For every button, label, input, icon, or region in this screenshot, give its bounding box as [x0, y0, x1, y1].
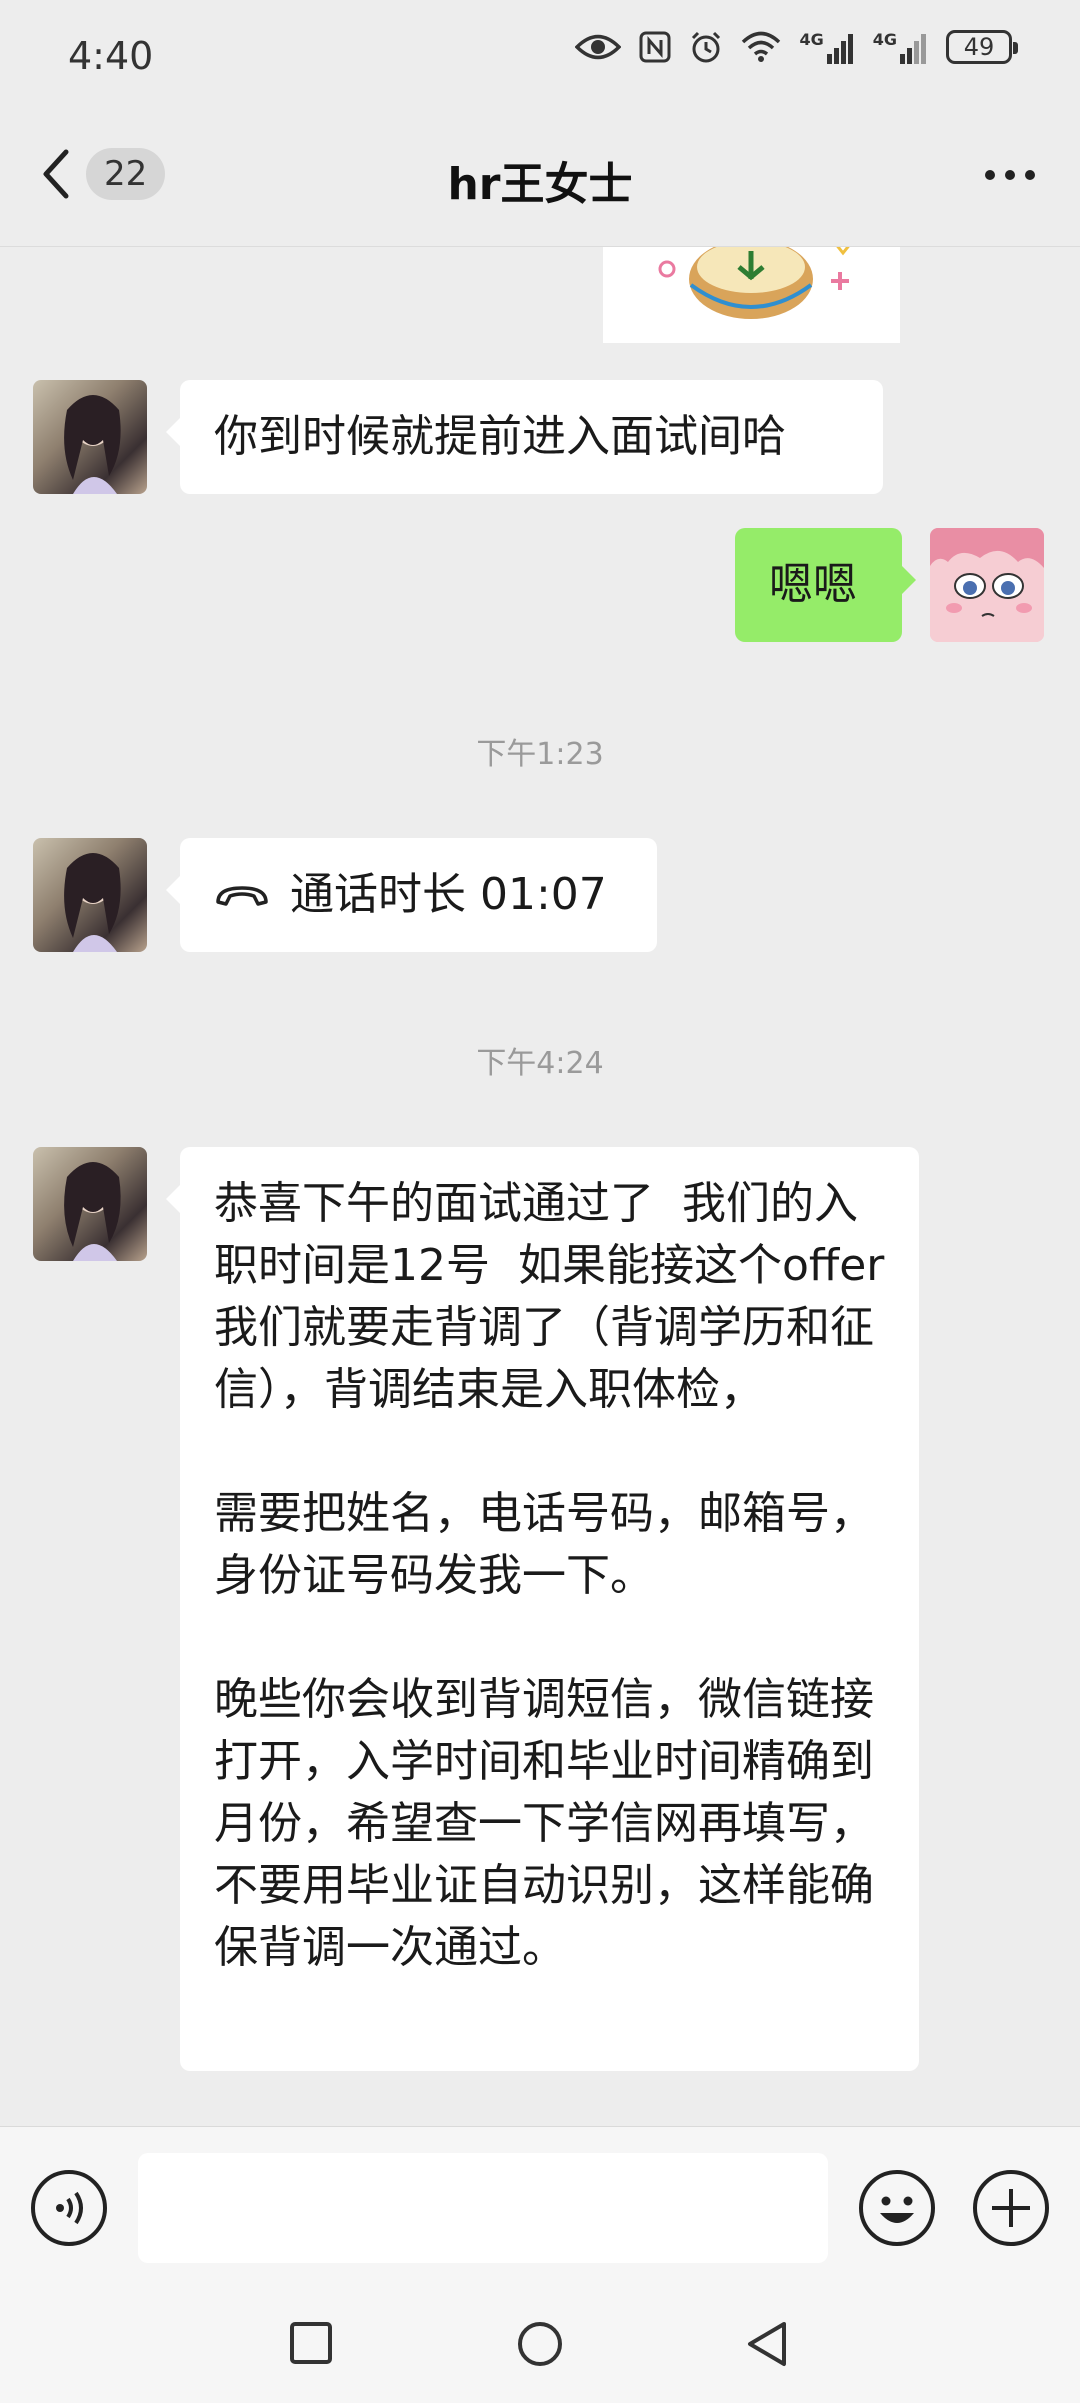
call-record-bubble[interactable]: 通话时长 01:07: [166, 838, 657, 952]
back-triangle-icon: [748, 2322, 786, 2366]
emoji-icon: [859, 2170, 935, 2246]
message-bubble[interactable]: 恭喜下午的面试通过了 我们的入职时间是12号 如果能接这个offer 我们就要走…: [166, 1147, 919, 2071]
timestamp: 下午1:23: [476, 737, 604, 772]
status-icons: 4G 4G 49: [575, 30, 1018, 64]
battery-icon: 49: [946, 30, 1018, 64]
message-bubble[interactable]: 嗯嗯: [735, 528, 916, 642]
emoji-button[interactable]: [858, 2169, 936, 2251]
signal-label: 4G: [872, 30, 897, 49]
signal-icon: 4G: [873, 30, 928, 64]
phone-hangup-icon: [216, 886, 268, 906]
chat-area[interactable]: 你到时候就提前进入面试间哈 嗯嗯 下午1:23 通话时长 01:07 下午4:2…: [0, 247, 1080, 2126]
alarm-icon: [692, 31, 721, 63]
message-text: 你到时候就提前进入面试间哈: [214, 411, 786, 462]
avatar[interactable]: [33, 1147, 147, 1261]
nfc-icon: [639, 31, 671, 63]
plus-icon: [973, 2170, 1049, 2246]
message-paragraph: 晚些你会收到背调短信，微信链接打开，入学时间和毕业时间精确到月份，希望查一下学信…: [214, 1674, 874, 1973]
input-bar: [0, 2126, 1080, 2287]
avatar[interactable]: [33, 380, 147, 494]
home-button[interactable]: [516, 2320, 564, 2372]
avatar[interactable]: [930, 528, 1044, 642]
voice-button[interactable]: [30, 2169, 108, 2251]
more-button[interactable]: [984, 166, 1036, 185]
unread-badge: 22: [86, 148, 166, 200]
home-icon: [518, 2322, 562, 2366]
voice-icon: [31, 2170, 107, 2246]
message-bubble[interactable]: 你到时候就提前进入面试间哈: [166, 380, 883, 494]
signal-label: 4G: [799, 30, 824, 49]
back-chevron-icon: [43, 149, 69, 199]
message-paragraph: 恭喜下午的面试通过了 我们的入职时间是12号 如果能接这个offer 我们就要走…: [214, 1178, 913, 1415]
eye-icon: [575, 34, 622, 60]
more-icon: [985, 170, 1035, 180]
avatar[interactable]: [33, 838, 147, 952]
back-button[interactable]: 22: [40, 148, 166, 200]
recents-icon: [290, 2322, 332, 2364]
status-bar: 4:40 4G 4G 49: [0, 0, 1080, 118]
recents-button[interactable]: [288, 2320, 334, 2370]
wifi-icon: [742, 31, 781, 62]
timestamp: 下午4:24: [476, 1046, 604, 1081]
status-time: 4:40: [68, 34, 154, 78]
signal-icon: 4G: [799, 30, 854, 64]
call-duration-label: 通话时长 01:07: [290, 869, 607, 920]
battery-level: 49: [963, 33, 995, 61]
sticker-message[interactable]: [603, 247, 900, 343]
message-text: 嗯嗯: [769, 559, 857, 610]
system-nav-bar: [0, 2286, 1080, 2403]
back-nav-button[interactable]: [744, 2320, 790, 2372]
chat-header: 22 hr王女士: [0, 118, 1080, 247]
message-input[interactable]: [138, 2153, 828, 2263]
more-actions-button[interactable]: [972, 2169, 1050, 2251]
message-paragraph: 需要把姓名，电话号码，邮箱号，身份证号码发我一下。: [214, 1488, 874, 1601]
